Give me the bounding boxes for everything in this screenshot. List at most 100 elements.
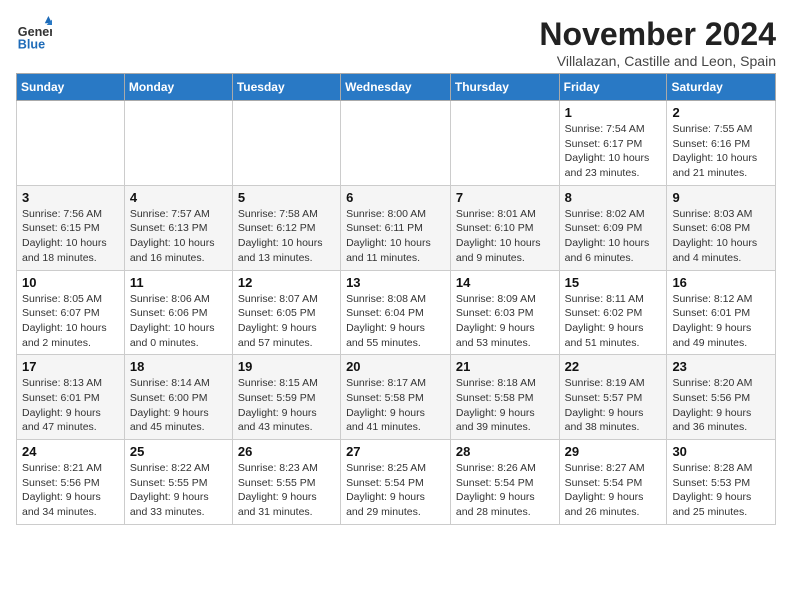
day-info: Sunrise: 8:08 AM Sunset: 6:04 PM Dayligh… (346, 292, 445, 351)
calendar-week-row: 10Sunrise: 8:05 AM Sunset: 6:07 PM Dayli… (17, 270, 776, 355)
day-number: 16 (672, 275, 770, 290)
day-info: Sunrise: 8:09 AM Sunset: 6:03 PM Dayligh… (456, 292, 554, 351)
calendar-cell: 2Sunrise: 7:55 AM Sunset: 6:16 PM Daylig… (667, 101, 776, 186)
day-info: Sunrise: 7:56 AM Sunset: 6:15 PM Dayligh… (22, 207, 119, 266)
day-info: Sunrise: 8:17 AM Sunset: 5:58 PM Dayligh… (346, 376, 445, 435)
day-info: Sunrise: 8:06 AM Sunset: 6:06 PM Dayligh… (130, 292, 227, 351)
day-number: 13 (346, 275, 445, 290)
day-number: 5 (238, 190, 335, 205)
day-info: Sunrise: 8:23 AM Sunset: 5:55 PM Dayligh… (238, 461, 335, 520)
calendar-cell: 1 Sunrise: 7:54 AM Sunset: 6:17 PM Daylig… (559, 101, 667, 186)
weekday-header-monday: Monday (124, 74, 232, 101)
calendar-cell: 21 Sunrise: 8:18 AM Sunset: 5:58 PM Dayli… (450, 355, 559, 440)
calendar-cell: 5 Sunrise: 7:58 AM Sunset: 6:12 PM Daylig… (232, 185, 340, 270)
calendar-cell: 22 Sunrise: 8:19 AM Sunset: 5:57 PM Dayli… (559, 355, 667, 440)
page-header: General Blue November 2024 Villalazan, C… (16, 16, 776, 69)
day-number: 8 (565, 190, 662, 205)
calendar-week-row: 24 Sunrise: 8:21 AM Sunset: 5:56 PM Dayli… (17, 440, 776, 525)
day-number: 20 (346, 359, 445, 374)
calendar-cell: 3 Sunrise: 7:56 AM Sunset: 6:15 PM Daylig… (17, 185, 125, 270)
calendar-cell: 26 Sunrise: 8:23 AM Sunset: 5:55 PM Dayli… (232, 440, 340, 525)
day-info: Sunrise: 7:58 AM Sunset: 6:12 PM Dayligh… (238, 207, 335, 266)
weekday-header-wednesday: Wednesday (341, 74, 451, 101)
calendar-cell: 10Sunrise: 8:05 AM Sunset: 6:07 PM Dayli… (17, 270, 125, 355)
day-number: 9 (672, 190, 770, 205)
calendar-cell: 7Sunrise: 8:01 AM Sunset: 6:10 PM Daylig… (450, 185, 559, 270)
calendar-cell (17, 101, 125, 186)
calendar-cell: 20 Sunrise: 8:17 AM Sunset: 5:58 PM Dayli… (341, 355, 451, 440)
calendar-cell: 24 Sunrise: 8:21 AM Sunset: 5:56 PM Dayli… (17, 440, 125, 525)
calendar-cell (341, 101, 451, 186)
calendar-cell: 8 Sunrise: 8:02 AM Sunset: 6:09 PM Daylig… (559, 185, 667, 270)
day-number: 27 (346, 444, 445, 459)
weekday-header-tuesday: Tuesday (232, 74, 340, 101)
calendar-cell: 12Sunrise: 8:07 AM Sunset: 6:05 PM Dayli… (232, 270, 340, 355)
calendar-cell: 14 Sunrise: 8:09 AM Sunset: 6:03 PM Dayli… (450, 270, 559, 355)
day-info: Sunrise: 8:21 AM Sunset: 5:56 PM Dayligh… (22, 461, 119, 520)
day-number: 25 (130, 444, 227, 459)
calendar-cell (232, 101, 340, 186)
day-info: Sunrise: 8:00 AM Sunset: 6:11 PM Dayligh… (346, 207, 445, 266)
day-info: Sunrise: 8:02 AM Sunset: 6:09 PM Dayligh… (565, 207, 662, 266)
day-number: 26 (238, 444, 335, 459)
day-info: Sunrise: 8:13 AM Sunset: 6:01 PM Dayligh… (22, 376, 119, 435)
month-title: November 2024 (539, 16, 776, 53)
day-number: 3 (22, 190, 119, 205)
day-number: 22 (565, 359, 662, 374)
day-number: 15 (565, 275, 662, 290)
day-info: Sunrise: 8:27 AM Sunset: 5:54 PM Dayligh… (565, 461, 662, 520)
calendar-header-row: SundayMondayTuesdayWednesdayThursdayFrid… (17, 74, 776, 101)
calendar-table: SundayMondayTuesdayWednesdayThursdayFrid… (16, 73, 776, 525)
day-number: 19 (238, 359, 335, 374)
day-number: 4 (130, 190, 227, 205)
day-info: Sunrise: 8:15 AM Sunset: 5:59 PM Dayligh… (238, 376, 335, 435)
calendar-cell: 13 Sunrise: 8:08 AM Sunset: 6:04 PM Dayli… (341, 270, 451, 355)
calendar-week-row: 17Sunrise: 8:13 AM Sunset: 6:01 PM Dayli… (17, 355, 776, 440)
calendar-cell: 19 Sunrise: 8:15 AM Sunset: 5:59 PM Dayli… (232, 355, 340, 440)
day-number: 11 (130, 275, 227, 290)
calendar-cell: 15 Sunrise: 8:11 AM Sunset: 6:02 PM Dayli… (559, 270, 667, 355)
day-number: 6 (346, 190, 445, 205)
day-info: Sunrise: 8:26 AM Sunset: 5:54 PM Dayligh… (456, 461, 554, 520)
calendar-cell: 29Sunrise: 8:27 AM Sunset: 5:54 PM Dayli… (559, 440, 667, 525)
calendar-cell: 27 Sunrise: 8:25 AM Sunset: 5:54 PM Dayli… (341, 440, 451, 525)
day-number: 12 (238, 275, 335, 290)
calendar-cell: 25 Sunrise: 8:22 AM Sunset: 5:55 PM Dayli… (124, 440, 232, 525)
day-number: 30 (672, 444, 770, 459)
svg-text:Blue: Blue (18, 37, 45, 51)
day-info: Sunrise: 7:57 AM Sunset: 6:13 PM Dayligh… (130, 207, 227, 266)
calendar-cell (124, 101, 232, 186)
day-number: 1 (565, 105, 662, 120)
day-info: Sunrise: 8:20 AM Sunset: 5:56 PM Dayligh… (672, 376, 770, 435)
calendar-cell: 18 Sunrise: 8:14 AM Sunset: 6:00 PM Dayli… (124, 355, 232, 440)
calendar-cell: 6 Sunrise: 8:00 AM Sunset: 6:11 PM Daylig… (341, 185, 451, 270)
day-info: Sunrise: 8:14 AM Sunset: 6:00 PM Dayligh… (130, 376, 227, 435)
calendar-week-row: 1 Sunrise: 7:54 AM Sunset: 6:17 PM Daylig… (17, 101, 776, 186)
day-number: 10 (22, 275, 119, 290)
day-info: Sunrise: 8:25 AM Sunset: 5:54 PM Dayligh… (346, 461, 445, 520)
day-number: 14 (456, 275, 554, 290)
weekday-header-sunday: Sunday (17, 74, 125, 101)
day-info: Sunrise: 7:54 AM Sunset: 6:17 PM Dayligh… (565, 122, 662, 181)
day-info: Sunrise: 8:28 AM Sunset: 5:53 PM Dayligh… (672, 461, 770, 520)
day-info: Sunrise: 8:03 AM Sunset: 6:08 PM Dayligh… (672, 207, 770, 266)
day-info: Sunrise: 8:22 AM Sunset: 5:55 PM Dayligh… (130, 461, 227, 520)
title-block: November 2024 Villalazan, Castille and L… (539, 16, 776, 69)
logo: General Blue (16, 16, 56, 52)
day-number: 24 (22, 444, 119, 459)
day-info: Sunrise: 8:18 AM Sunset: 5:58 PM Dayligh… (456, 376, 554, 435)
day-number: 18 (130, 359, 227, 374)
day-info: Sunrise: 8:19 AM Sunset: 5:57 PM Dayligh… (565, 376, 662, 435)
day-number: 23 (672, 359, 770, 374)
weekday-header-saturday: Saturday (667, 74, 776, 101)
calendar-week-row: 3 Sunrise: 7:56 AM Sunset: 6:15 PM Daylig… (17, 185, 776, 270)
day-info: Sunrise: 8:11 AM Sunset: 6:02 PM Dayligh… (565, 292, 662, 351)
day-info: Sunrise: 8:12 AM Sunset: 6:01 PM Dayligh… (672, 292, 770, 351)
weekday-header-thursday: Thursday (450, 74, 559, 101)
day-number: 21 (456, 359, 554, 374)
weekday-header-friday: Friday (559, 74, 667, 101)
calendar-cell: 9 Sunrise: 8:03 AM Sunset: 6:08 PM Daylig… (667, 185, 776, 270)
day-number: 7 (456, 190, 554, 205)
calendar-cell (450, 101, 559, 186)
calendar-cell: 17Sunrise: 8:13 AM Sunset: 6:01 PM Dayli… (17, 355, 125, 440)
